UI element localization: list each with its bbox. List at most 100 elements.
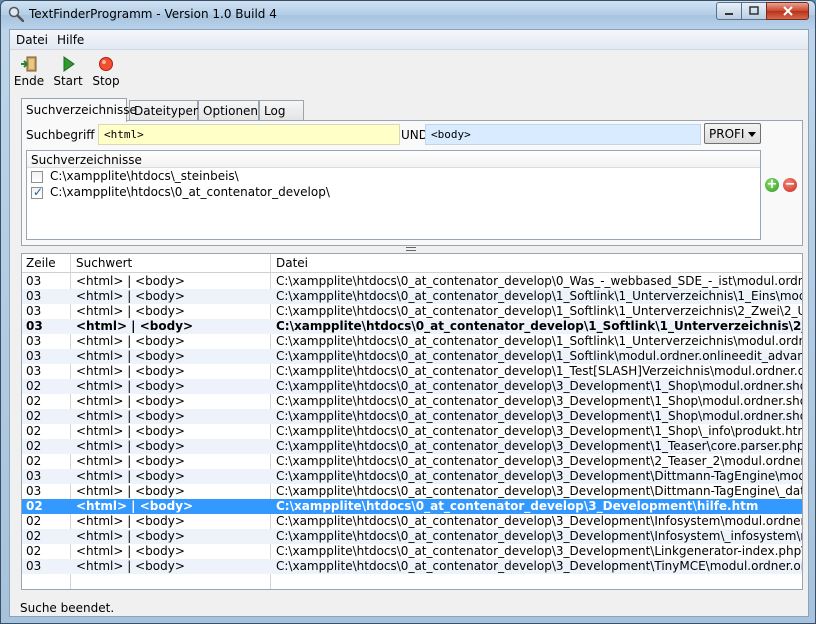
directory-item[interactable]: ✓ C:\xampplite\htdocs\0_at_contenator_de… xyxy=(27,185,760,200)
checkmark-icon: ✓ xyxy=(33,185,44,199)
play-icon xyxy=(63,56,75,72)
results-table: Zeile Suchwert Datei 03 <html> | <body> C:… xyxy=(21,253,803,590)
cell-suchwert: <html> | <body> xyxy=(76,559,185,573)
cell-suchwert: <html> | <body> xyxy=(76,349,185,363)
cell-suchwert: <html> | <body> xyxy=(76,379,185,393)
close-icon xyxy=(782,6,793,16)
tab-panel-suchverzeichnisse: Suchbegriff <html> UND <body> PROFI Such… xyxy=(21,120,803,246)
cell-datei: C:\xampplite\htdocs\0_at_contenator_deve… xyxy=(276,394,802,408)
directory-path: C:\xampplite\htdocs\_steinbeis\ xyxy=(50,169,239,183)
cell-datei: C:\xampplite\htdocs\0_at_contenator_deve… xyxy=(276,334,802,348)
table-row[interactable]: 02 <html> | <body> C:\xampplite\htdocs\0_a… xyxy=(22,394,802,409)
tab-log[interactable]: Log xyxy=(259,100,304,121)
search-term-label: Suchbegriff xyxy=(26,128,95,142)
search-term-1-input[interactable]: <html> xyxy=(98,124,400,145)
cell-datei: C:\xampplite\htdocs\0_at_contenator_deve… xyxy=(276,559,802,573)
table-row[interactable]: 02 <html> | <body> C:\xampplite\htdocs\0_a… xyxy=(22,379,802,394)
cell-zeile: 02 xyxy=(26,379,42,393)
directory-checkbox[interactable] xyxy=(31,171,43,183)
cell-zeile: 02 xyxy=(26,439,42,453)
table-row[interactable]: 03 <html> | <body> C:\xampplite\htdocs\0_a… xyxy=(22,469,802,484)
table-row[interactable]: 02 <html> | <body> C:\xampplite\htdocs\0_a… xyxy=(22,529,802,544)
cell-suchwert: <html> | <body> xyxy=(76,319,194,333)
cell-datei: C:\xampplite\htdocs\0_at_contenator_deve… xyxy=(276,514,802,528)
table-row[interactable]: 03 <html> | <body> C:\xampplite\htdocs\0_a… xyxy=(22,334,802,349)
table-row[interactable]: 02 <html> | <body> C:\xampplite\htdocs\0_a… xyxy=(22,514,802,529)
remove-directory-button[interactable]: − xyxy=(783,178,797,192)
column-header-zeile[interactable]: Zeile xyxy=(26,256,56,270)
cell-suchwert: <html> | <body> xyxy=(76,439,185,453)
splitter-grip-icon xyxy=(406,247,416,251)
add-directory-button[interactable]: + xyxy=(765,178,779,192)
table-row[interactable]: 03 <html> | <body> C:\xampplite\htdocs\0_a… xyxy=(22,484,802,499)
menu-bar: Datei Hilfe xyxy=(10,30,808,50)
cell-suchwert: <html> | <body> xyxy=(76,304,185,318)
cell-suchwert: <html> | <body> xyxy=(76,394,185,408)
cell-datei: C:\xampplite\htdocs\0_at_contenator_deve… xyxy=(276,304,802,318)
table-row[interactable]: 02 <html> | <body> C:\xampplite\htdocs\0_a… xyxy=(22,424,802,439)
stop-button[interactable]: Stop xyxy=(89,53,123,91)
cell-zeile: 02 xyxy=(26,499,43,513)
search-term-2-input[interactable]: <body> xyxy=(425,124,701,145)
mode-select[interactable]: PROFI xyxy=(704,123,761,144)
toolbar: Ende Start Stop xyxy=(10,51,808,93)
maximize-button[interactable] xyxy=(741,2,766,20)
plus-icon: + xyxy=(766,177,778,192)
cell-zeile: 03 xyxy=(26,289,42,303)
table-row[interactable]: 02 <html> | <body> C:\xampplite\htdocs\0_a… xyxy=(22,454,802,469)
cell-suchwert: <html> | <body> xyxy=(76,424,185,438)
table-row-selected[interactable]: 02 <html> | <body> C:\xampplite\htdocs\0_a… xyxy=(22,499,802,514)
minimize-button[interactable] xyxy=(716,2,741,20)
cell-zeile: 03 xyxy=(26,319,43,333)
cell-datei: C:\xampplite\htdocs\0_at_contenator_deve… xyxy=(276,274,802,288)
exit-button[interactable]: Ende xyxy=(12,53,46,91)
cell-zeile: 03 xyxy=(26,484,42,498)
table-row[interactable]: 02 <html> | <body> C:\xampplite\htdocs\0_a… xyxy=(22,544,802,559)
caption-buttons xyxy=(716,2,809,20)
table-row[interactable]: 03 <html> | <body> C:\xampplite\htdocs\0_a… xyxy=(22,274,802,289)
start-button[interactable]: Start xyxy=(51,53,85,91)
stop-label: Stop xyxy=(92,74,120,88)
table-row[interactable]: 03 <html> | <body> C:\xampplite\htdocs\0_a… xyxy=(22,289,802,304)
table-row[interactable]: 03 <html> | <body> C:\xampplite\htdocs\0_a… xyxy=(22,349,802,364)
tab-dateitypen[interactable]: Dateitypen xyxy=(129,100,200,121)
cell-zeile: 02 xyxy=(26,529,42,543)
cell-datei: C:\xampplite\htdocs\0_at_contenator_deve… xyxy=(276,409,802,423)
cell-zeile: 03 xyxy=(26,364,42,378)
cell-zeile: 03 xyxy=(26,274,42,288)
column-header-suchwert[interactable]: Suchwert xyxy=(76,256,132,270)
tab-suchverzeichnisse[interactable]: Suchverzeichnisse xyxy=(21,98,137,122)
menu-hilfe[interactable]: Hilfe xyxy=(57,33,84,47)
cell-suchwert: <html> | <body> xyxy=(76,409,185,423)
title-bar[interactable]: TextFinderProgramm - Version 1.0 Build 4 xyxy=(1,1,815,29)
minus-icon: − xyxy=(784,177,796,192)
column-header-datei[interactable]: Datei xyxy=(276,256,308,270)
directory-item[interactable]: C:\xampplite\htdocs\_steinbeis\ xyxy=(27,169,760,184)
directory-checkbox-checked[interactable]: ✓ xyxy=(31,185,44,199)
table-row[interactable]: 03 <html> | <body> C:\xampplite\htdocs\0_a… xyxy=(22,304,802,319)
cell-datei: C:\xampplite\htdocs\0_at_contenator_deve… xyxy=(276,349,802,363)
cell-suchwert: <html> | <body> xyxy=(76,274,185,288)
cell-suchwert: <html> | <body> xyxy=(76,499,194,513)
cell-datei: C:\xampplite\htdocs\0_at_contenator_deve… xyxy=(276,544,802,558)
cell-datei: C:\xampplite\htdocs\0_at_contenator_deve… xyxy=(276,289,802,303)
directory-path: C:\xampplite\htdocs\0_at_contenator_deve… xyxy=(50,185,330,199)
splitter[interactable] xyxy=(21,246,803,253)
cell-zeile: 02 xyxy=(26,544,42,558)
cell-datei: C:\xampplite\htdocs\0_at_contenator_deve… xyxy=(276,424,802,438)
cell-datei: C:\xampplite\htdocs\0_at_contenator_deve… xyxy=(276,454,802,468)
table-row[interactable]: 03 <html> | <body> C:\xampplite\htdocs\0_a… xyxy=(22,319,802,334)
table-row[interactable]: 02 <html> | <body> C:\xampplite\htdocs\0_a… xyxy=(22,409,802,424)
cell-suchwert: <html> | <body> xyxy=(76,544,185,558)
table-row[interactable]: 03 <html> | <body> C:\xampplite\htdocs\0_a… xyxy=(22,559,802,574)
menu-datei[interactable]: Datei xyxy=(16,33,48,47)
window-title: TextFinderProgramm - Version 1.0 Build 4 xyxy=(29,7,277,21)
app-window: TextFinderProgramm - Version 1.0 Build 4… xyxy=(0,0,816,624)
table-row[interactable]: 02 <html> | <body> C:\xampplite\htdocs\0_a… xyxy=(22,439,802,454)
cell-datei: C:\xampplite\htdocs\0_at_contenator_deve… xyxy=(276,499,759,513)
close-button[interactable] xyxy=(766,2,809,20)
tab-optionen[interactable]: Optionen xyxy=(198,100,259,121)
cell-suchwert: <html> | <body> xyxy=(76,514,185,528)
table-row[interactable]: 03 <html> | <body> C:\xampplite\htdocs\0_a… xyxy=(22,364,802,379)
cell-suchwert: <html> | <body> xyxy=(76,289,185,303)
